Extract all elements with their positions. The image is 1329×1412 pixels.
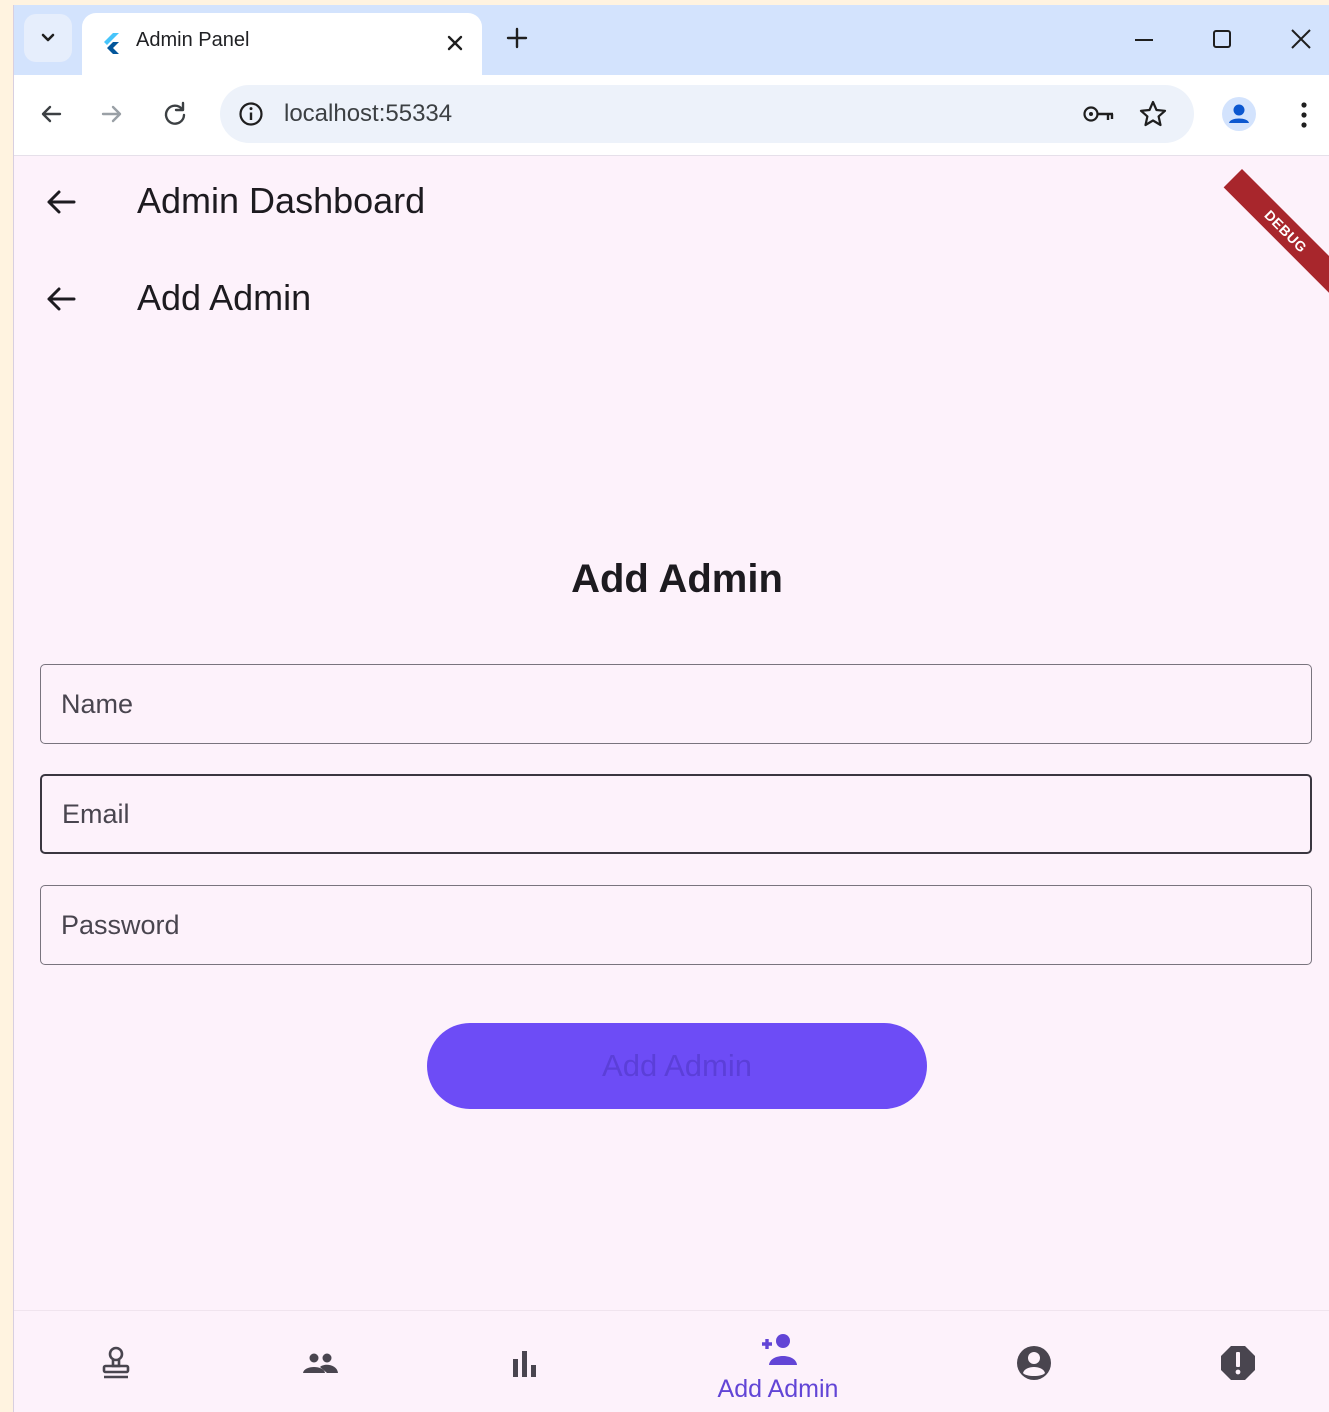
browser-menu-icon[interactable] bbox=[1292, 97, 1316, 133]
person-add-icon bbox=[762, 1334, 797, 1365]
nav-item-account[interactable] bbox=[932, 1311, 1136, 1412]
password-field[interactable] bbox=[40, 885, 1312, 965]
add-admin-app-bar: Add Admin bbox=[14, 252, 1329, 348]
nav-item-stamp[interactable] bbox=[14, 1311, 218, 1412]
profile-avatar-icon[interactable] bbox=[1222, 97, 1256, 131]
name-field[interactable] bbox=[40, 664, 1312, 744]
browser-window: Admin Panel localhost:55334 Admin Dashbo… bbox=[13, 5, 1329, 1412]
new-tab-icon[interactable] bbox=[504, 25, 530, 51]
add-admin-button[interactable]: Add Admin bbox=[427, 1023, 927, 1109]
nav-item-add-admin[interactable]: Add Admin bbox=[676, 1311, 880, 1412]
nav-item-people[interactable] bbox=[218, 1311, 422, 1412]
chevron-down-icon bbox=[41, 33, 55, 42]
reload-icon[interactable] bbox=[160, 99, 190, 129]
password-input[interactable] bbox=[41, 886, 1311, 964]
address-bar[interactable]: localhost:55334 bbox=[220, 85, 1194, 143]
bar-chart-icon bbox=[513, 1351, 536, 1377]
dashboard-app-bar: Admin Dashboard bbox=[14, 155, 1329, 251]
tab-search-button[interactable] bbox=[24, 14, 72, 62]
flutter-icon bbox=[104, 33, 119, 54]
browser-toolbar: localhost:55334 bbox=[14, 75, 1329, 156]
app-bar-title: Add Admin bbox=[137, 277, 312, 318]
name-input[interactable] bbox=[41, 665, 1311, 743]
account-circle-icon bbox=[1017, 1346, 1051, 1380]
email-field[interactable] bbox=[40, 774, 1312, 854]
forward-icon[interactable] bbox=[97, 99, 127, 129]
email-input[interactable] bbox=[42, 776, 1310, 852]
bottom-navigation-bar: Add Admin bbox=[14, 1310, 1329, 1412]
minimize-icon[interactable] bbox=[1130, 25, 1158, 53]
close-tab-icon[interactable] bbox=[442, 30, 468, 56]
browser-tab[interactable]: Admin Panel bbox=[82, 13, 482, 75]
bookmark-star-icon[interactable] bbox=[1138, 99, 1168, 129]
back-icon[interactable] bbox=[36, 99, 66, 129]
close-window-icon[interactable] bbox=[1287, 25, 1315, 53]
back-arrow-icon[interactable] bbox=[42, 183, 80, 221]
alert-icon bbox=[1221, 1346, 1255, 1380]
tab-strip: Admin Panel bbox=[14, 5, 1329, 75]
nav-item-alerts[interactable] bbox=[1136, 1311, 1329, 1412]
url-text[interactable]: localhost:55334 bbox=[284, 100, 452, 128]
nav-item-stats[interactable] bbox=[422, 1311, 626, 1412]
maximize-icon[interactable] bbox=[1208, 25, 1236, 53]
app-bar-title: Admin Dashboard bbox=[137, 180, 426, 221]
tab-title: Admin Panel bbox=[136, 29, 250, 51]
stamp-icon bbox=[102, 1346, 130, 1379]
back-arrow-icon[interactable] bbox=[42, 280, 80, 318]
password-key-icon[interactable] bbox=[1082, 101, 1116, 127]
people-icon bbox=[303, 1353, 338, 1373]
nav-label: Add Admin bbox=[717, 1375, 839, 1403]
page-title: Add Admin bbox=[571, 557, 783, 601]
site-info-icon[interactable] bbox=[238, 101, 264, 127]
